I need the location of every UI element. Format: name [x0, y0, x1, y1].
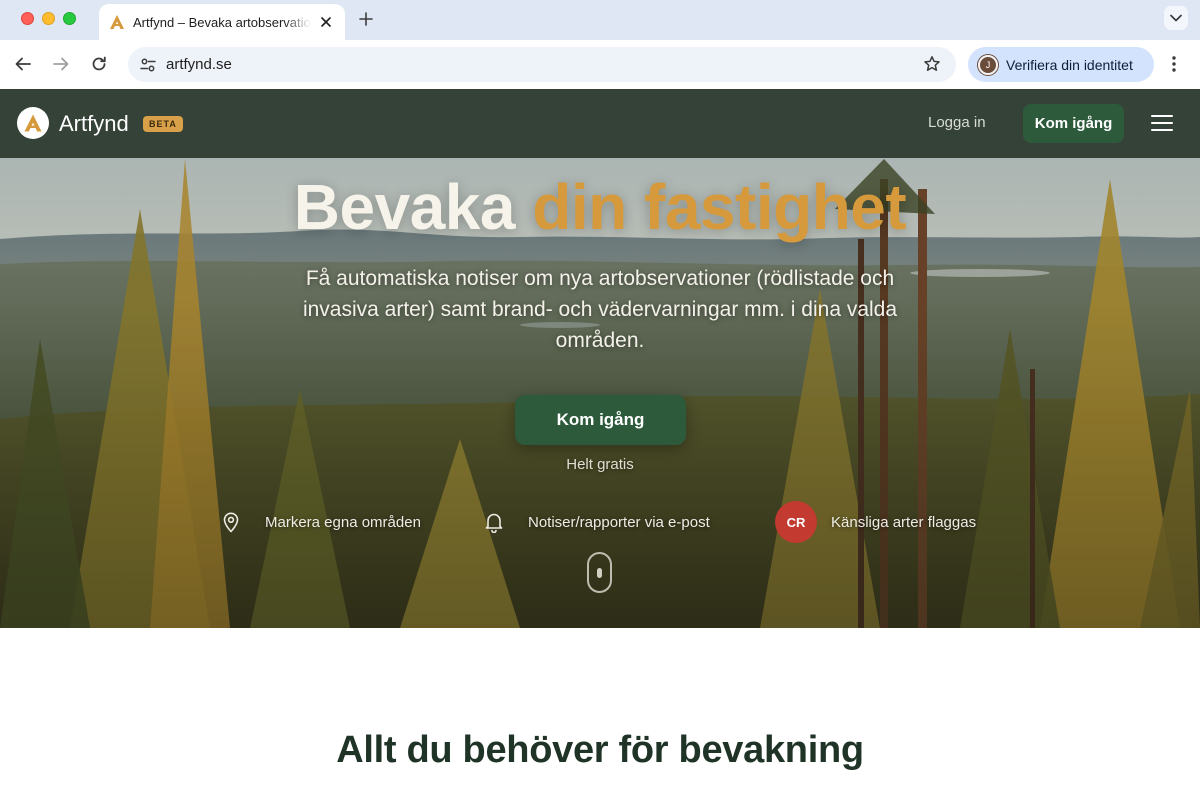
kebab-menu-icon[interactable]	[1166, 52, 1182, 76]
hero-title: Bevaka din fastighet	[0, 171, 1200, 243]
bell-icon	[474, 502, 514, 542]
window-close-button[interactable]	[21, 12, 34, 25]
hero-section: Artfynd BETA Logga in Kom igång Bevaka d…	[0, 89, 1200, 628]
forward-arrow-icon[interactable]	[49, 52, 73, 76]
window-minimize-button[interactable]	[42, 12, 55, 25]
scroll-indicator-icon[interactable]	[587, 552, 612, 593]
hero-get-started-button[interactable]: Kom igång	[515, 395, 686, 445]
feature-label: Notiser/rapporter via e-post	[528, 513, 710, 531]
back-arrow-icon[interactable]	[11, 52, 35, 76]
feature-item-areas: Markera egna områden	[211, 501, 421, 543]
page-content: Artfynd BETA Logga in Kom igång Bevaka d…	[0, 89, 1200, 789]
artfynd-favicon-icon	[109, 14, 125, 30]
beta-badge: BETA	[143, 116, 183, 132]
star-icon[interactable]	[922, 54, 942, 74]
scroll-dot	[597, 568, 602, 578]
map-pin-icon	[211, 502, 251, 542]
profile-label: Verifiera din identitet	[1006, 56, 1133, 73]
brand-name[interactable]: Artfynd	[59, 111, 129, 137]
get-started-button[interactable]: Kom igång	[1023, 104, 1124, 143]
feature-item-notifications: Notiser/rapporter via e-post	[474, 501, 710, 543]
chevron-down-icon[interactable]	[1164, 6, 1188, 30]
reload-icon[interactable]	[87, 52, 111, 76]
hero-subtitle: Få automatiska notiser om nya artobserva…	[302, 267, 898, 352]
hamburger-menu-icon[interactable]	[1151, 113, 1173, 133]
hero-overlay	[0, 89, 1200, 628]
site-settings-icon[interactable]	[136, 53, 160, 77]
site-header: Artfynd BETA Logga in Kom igång	[0, 89, 1200, 158]
browser-tab-active[interactable]: Artfynd – Bevaka artobservationer	[99, 4, 345, 40]
address-bar[interactable]: artfynd.se	[128, 47, 956, 82]
cr-badge: CR	[775, 501, 817, 543]
browser-toolbar: artfynd.se J Verifiera din identitet	[0, 40, 1200, 89]
url-text: artfynd.se	[166, 56, 232, 73]
plus-icon[interactable]	[356, 9, 376, 29]
hero-title-part2: din fastighet	[532, 171, 907, 243]
free-note: Helt gratis	[566, 456, 634, 473]
window-zoom-button[interactable]	[63, 12, 76, 25]
artfynd-logo-icon[interactable]	[17, 107, 49, 139]
browser-tab-strip: Artfynd – Bevaka artobservationer	[0, 0, 1200, 40]
login-link[interactable]: Logga in	[928, 114, 986, 131]
feature-label: Känsliga arter flaggas	[831, 513, 977, 531]
close-icon[interactable]	[317, 13, 335, 31]
feature-label: Markera egna områden	[265, 513, 421, 531]
feature-item-sensitive-species: CR Känsliga arter flaggas	[775, 501, 976, 543]
hero-title-part1: Bevaka	[293, 171, 516, 243]
section-title: Allt du behöver för bevakning	[336, 729, 864, 771]
profile-chip[interactable]: J Verifiera din identitet	[968, 47, 1154, 82]
avatar: J	[978, 54, 998, 75]
tab-title: Artfynd – Bevaka artobservationer	[133, 14, 311, 30]
